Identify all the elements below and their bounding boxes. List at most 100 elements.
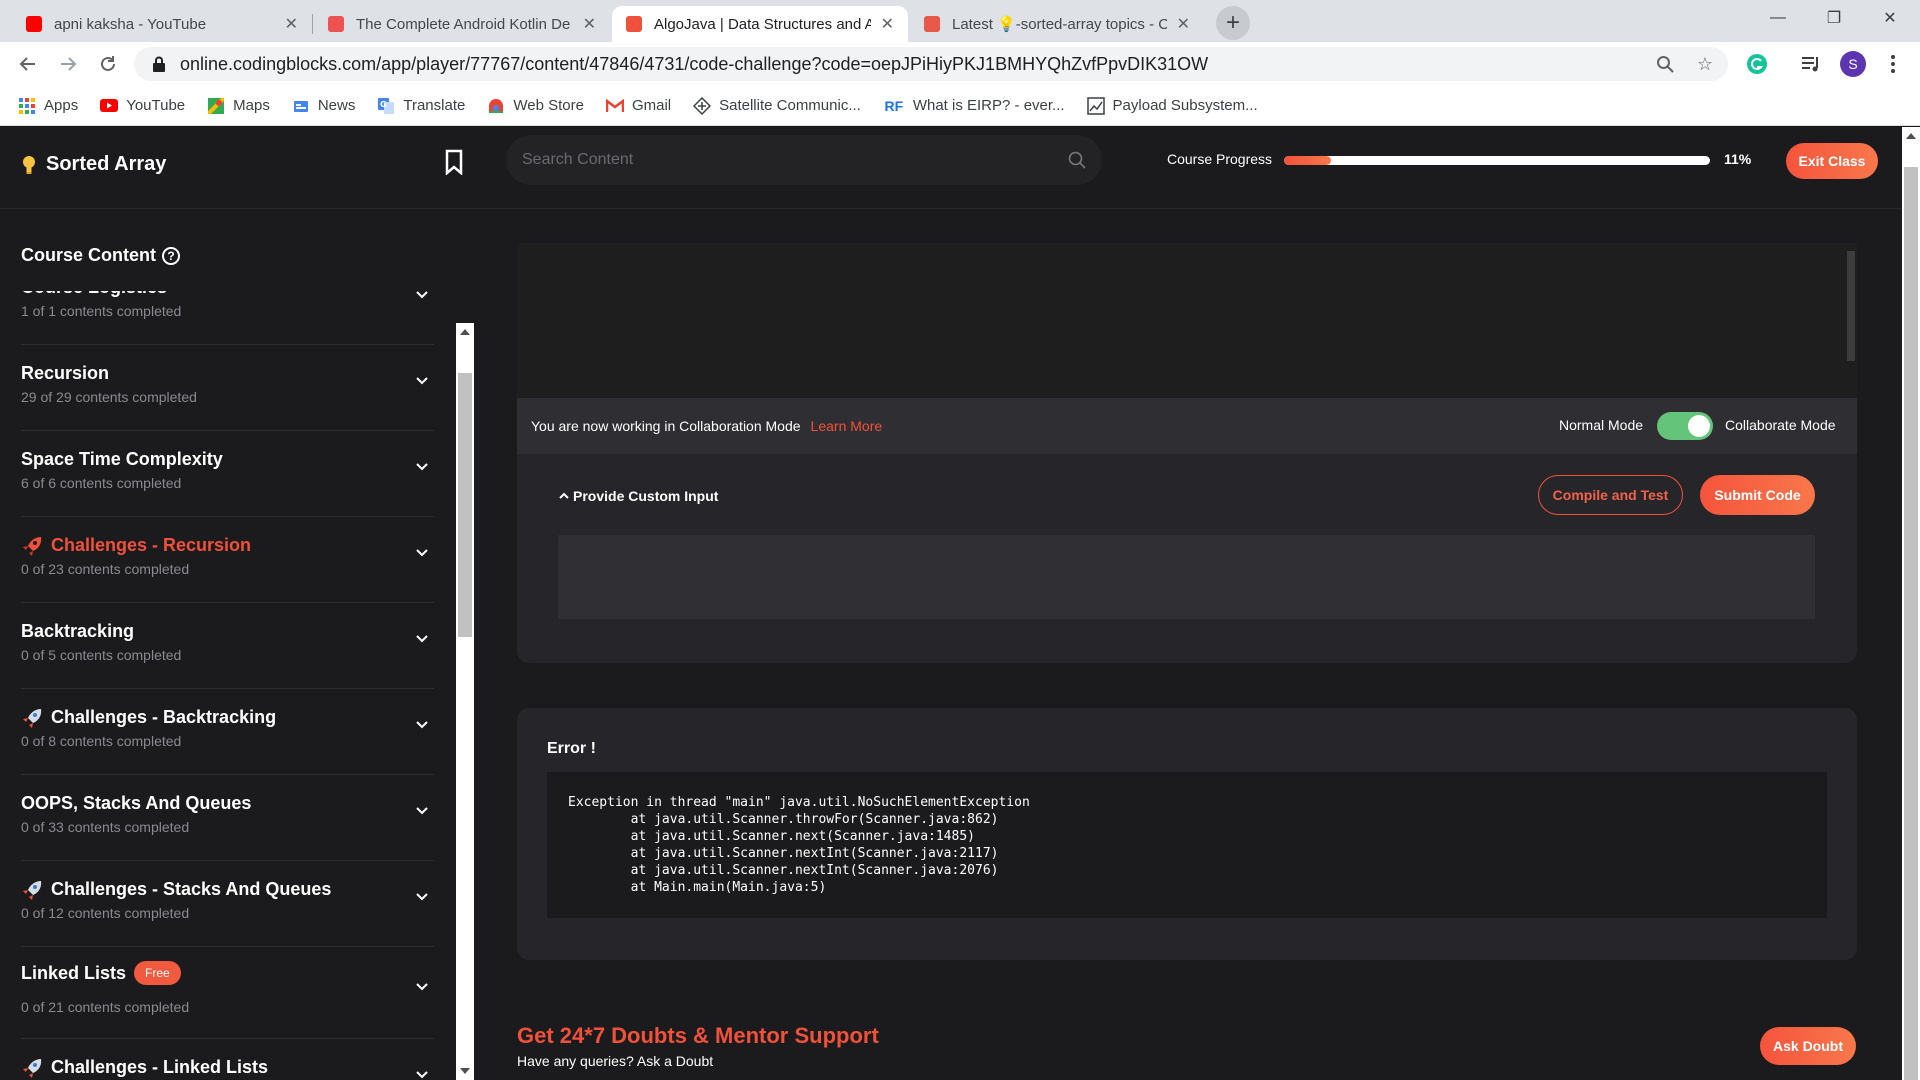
bookmark-apps[interactable]: Apps: [18, 97, 78, 115]
sidebar-section[interactable]: Challenges - Stacks And Queues 0 of 12 co…: [21, 861, 434, 947]
scroll-down-arrow-icon[interactable]: [460, 1068, 470, 1074]
sidebar-scroll-thumb[interactable]: [458, 373, 472, 637]
kebab-menu-icon[interactable]: [1880, 51, 1906, 77]
close-tab-icon[interactable]: ✕: [881, 14, 894, 34]
bookmark-icon[interactable]: [444, 149, 464, 175]
bookmark-maps[interactable]: Maps: [207, 97, 270, 115]
sidebar-section[interactable]: Space Time Complexity 6 of 6 contents com…: [21, 431, 434, 517]
chevron-down-icon: [416, 807, 428, 815]
sidebar-scrollbar[interactable]: [456, 323, 474, 1080]
scroll-up-arrow-icon[interactable]: [1906, 133, 1916, 139]
exit-class-button[interactable]: Exit Class: [1786, 143, 1878, 179]
bookmark-youtube[interactable]: YouTube: [100, 97, 185, 115]
section-name: Backtracking: [21, 621, 135, 641]
bookmark-label: Apps: [44, 97, 79, 114]
collaboration-mode-toggle[interactable]: [1657, 412, 1713, 440]
sidebar-section[interactable]: Backtracking 0 of 5 contents completed: [21, 603, 434, 689]
grammarly-icon[interactable]: [1744, 51, 1770, 77]
new-tab-plus-icon[interactable]: +: [1216, 6, 1250, 40]
section-name: OOPS, Stacks And Queues: [21, 793, 252, 813]
chevron-up-icon: [559, 492, 569, 499]
help-icon[interactable]: ?: [162, 246, 180, 265]
doubt-support-subtitle: Have any queries? Ask a Doubt: [517, 1053, 714, 1069]
search-input[interactable]: [522, 151, 1068, 169]
editor-scroll-thumb[interactable]: [1847, 251, 1855, 361]
minimize-icon[interactable]: —: [1750, 0, 1806, 36]
custom-input-label: Provide Custom Input: [573, 488, 719, 504]
section-progress: 0 of 12 contents completed: [21, 905, 190, 921]
browser-tab[interactable]: The Complete Android Kotlin De ✕: [314, 6, 610, 42]
section-title: Backtracking: [21, 621, 134, 642]
back-arrow-icon[interactable]: [14, 50, 42, 78]
star-bookmark-icon[interactable]: ☆: [1692, 51, 1718, 77]
browser-tab[interactable]: Latest 💡-sorted-array topics - C ✕: [910, 6, 1204, 42]
error-line: at Main.main(Main.java:5): [568, 880, 827, 895]
bookmark-news[interactable]: News: [292, 97, 356, 115]
profile-avatar[interactable]: S: [1840, 51, 1866, 77]
bookmark-payload[interactable]: Payload Subsystem...: [1086, 96, 1258, 115]
bookmark-satellite[interactable]: Satellite Communic...: [693, 96, 861, 115]
sidebar-section[interactable]: Recursion 29 of 29 contents completed: [21, 345, 434, 431]
course-content-title: Course Content: [21, 245, 156, 265]
tab-title: The Complete Android Kotlin De: [356, 15, 571, 33]
bookmark-label: Gmail: [631, 97, 672, 114]
course-content-sidebar: Course Content ? Course Logistics 1 of 1 …: [0, 209, 476, 1080]
reload-icon[interactable]: [94, 50, 122, 78]
toggle-knob: [1688, 415, 1710, 437]
lightbulb-icon: [23, 155, 35, 174]
learn-more-link[interactable]: Learn More: [811, 418, 883, 434]
search-icon[interactable]: [1068, 151, 1086, 169]
address-bar[interactable]: online.codingblocks.com/app/player/77767…: [134, 47, 1728, 81]
restore-icon[interactable]: ❐: [1806, 0, 1862, 36]
youtube-favicon-icon: [26, 16, 42, 32]
section-title: Course Logistics: [21, 291, 167, 298]
sidebar-section[interactable]: OOPS, Stacks And Queues 0 of 33 contents …: [21, 775, 434, 861]
submit-code-button[interactable]: Submit Code: [1700, 475, 1815, 515]
collaboration-bar: You are now working in Collaboration Mod…: [517, 398, 1857, 454]
close-tab-icon[interactable]: ✕: [1177, 14, 1190, 34]
sidebar-section[interactable]: Challenges - Linked Lists: [21, 1039, 434, 1080]
error-panel: Error ! Exception in thread "main" java.…: [517, 708, 1857, 960]
section-title: Recursion: [21, 363, 109, 384]
sidebar-section[interactable]: Course Logistics 1 of 1 contents complete…: [21, 291, 434, 345]
course-progress-fill: [1284, 156, 1331, 165]
media-queue-icon[interactable]: [1798, 51, 1824, 77]
custom-input-toggle[interactable]: Provide Custom Input: [559, 488, 718, 504]
section-progress: 29 of 29 contents completed: [21, 389, 197, 405]
bookmark-webstore[interactable]: Web Store: [487, 97, 584, 115]
page-scroll-thumb[interactable]: [1904, 167, 1918, 1080]
webstore-icon: [487, 97, 505, 115]
bookmark-label: News: [317, 97, 356, 114]
forward-arrow-icon[interactable]: [54, 50, 82, 78]
sidebar-section[interactable]: Linked Lists Free 0 of 21 contents complet…: [21, 947, 434, 1039]
youtube-icon: [100, 97, 119, 115]
browser-tab-active[interactable]: AlgoJava | Data Structures and A ✕: [612, 6, 908, 42]
browser-tab[interactable]: apni kaksha - YouTube ✕: [12, 6, 312, 42]
compile-and-test-button[interactable]: Compile and Test: [1538, 475, 1683, 515]
ask-doubt-button[interactable]: Ask Doubt: [1760, 1027, 1856, 1065]
bookmark-translate[interactable]: G Translate: [377, 97, 465, 115]
editor-scrollbar[interactable]: [1843, 243, 1857, 398]
discourse-favicon-icon: [924, 16, 940, 32]
section-title: OOPS, Stacks And Queues: [21, 793, 251, 814]
section-title: Challenges - Recursion: [21, 535, 251, 556]
code-editor-panel: You are now working in Collaboration Mod…: [517, 243, 1857, 663]
sidebar-section[interactable]: Challenges - Backtracking 0 of 8 contents…: [21, 689, 434, 775]
close-tab-icon[interactable]: ✕: [583, 14, 596, 34]
bookmark-eirp[interactable]: RF What is EIRP? - ever...: [883, 97, 1064, 115]
page-scrollbar[interactable]: [1902, 127, 1920, 1080]
svg-text:G: G: [380, 100, 387, 109]
section-list-inner: Course Logistics 1 of 1 contents complete…: [0, 291, 452, 1080]
custom-input-field[interactable]: [558, 535, 1815, 619]
bookmark-gmail[interactable]: Gmail: [605, 97, 672, 115]
scroll-up-arrow-icon[interactable]: [460, 329, 470, 335]
close-window-icon[interactable]: ✕: [1862, 0, 1918, 36]
zoom-search-icon[interactable]: [1652, 51, 1678, 77]
tab-title: apni kaksha - YouTube: [54, 15, 207, 33]
chevron-down-icon: [416, 291, 428, 299]
sidebar-section[interactable]: Challenges - Recursion 0 of 23 contents c…: [21, 517, 434, 603]
code-editor[interactable]: [517, 243, 1857, 398]
course-content-heading: Course Content ?: [21, 245, 180, 266]
section-title: Challenges - Linked Lists: [21, 1057, 268, 1078]
close-tab-icon[interactable]: ✕: [285, 14, 298, 34]
